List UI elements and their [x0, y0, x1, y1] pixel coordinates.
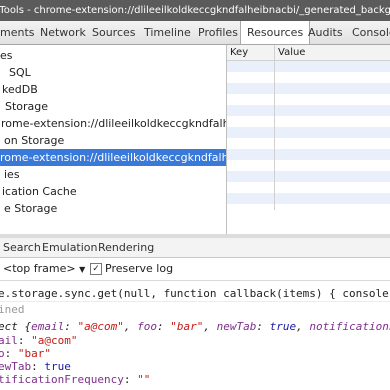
property-key: ail — [0, 334, 18, 347]
console-object-summary[interactable]: ect {email: "a@com", foo: "bar", newTab:… — [0, 320, 390, 334]
empty-row — [227, 171, 390, 182]
property-value: "bar" — [17, 347, 51, 360]
tree-item-session-storage[interactable]: on Storage — [4, 132, 226, 149]
tab-resources[interactable]: Resources — [240, 21, 311, 44]
object-open: ect { — [0, 320, 32, 333]
empty-row — [227, 193, 390, 204]
drawer-tab-emulation[interactable]: Emulation — [42, 238, 98, 257]
kv-header-row: Key Value — [227, 45, 390, 61]
drawer-tab-rendering[interactable]: Rendering — [98, 238, 154, 257]
summary-sep: , — [203, 320, 217, 333]
tree-item-application-cache[interactable]: ication Cache — [2, 183, 226, 200]
summary-val-email: "a@com" — [77, 320, 124, 333]
console-command-line[interactable]: e.storage.sync.get(null, function callba… — [0, 287, 390, 302]
object-property-row: o: "bar" — [0, 347, 51, 361]
value-column-header[interactable]: Value — [278, 45, 305, 60]
property-colon: : — [31, 360, 45, 373]
summary-val-foo: "bar" — [170, 320, 204, 333]
tree-item-frames[interactable]: es — [0, 47, 226, 64]
column-divider — [274, 45, 275, 210]
property-colon: : — [123, 373, 138, 386]
summary-key-newtab: newTab — [216, 320, 257, 333]
window-titlebar: r Tools - chrome-extension://dlileeilkol… — [0, 0, 390, 21]
tree-item-local-storage-origin[interactable]: rome-extension://dlileeilkoldkeccgkndfal… — [1, 115, 226, 132]
empty-row — [227, 83, 390, 94]
console-output: e.storage.sync.get(null, function callba… — [0, 281, 390, 390]
tab-profiles[interactable]: Profiles — [192, 21, 244, 44]
property-colon: : — [4, 347, 18, 360]
devtools-tab-bar: ments Network Sources Timeline Profiles … — [0, 21, 390, 45]
console-undefined-result: ined — [0, 303, 25, 316]
preserve-log-label: Preserve log — [105, 262, 174, 275]
summary-colon: : — [64, 320, 78, 333]
property-value: true — [44, 360, 71, 373]
tree-item-web-sql[interactable]: SQL — [9, 64, 226, 81]
property-key: tificationFrequency — [0, 373, 124, 386]
drawer-tab-bar: Search Emulation Rendering — [0, 238, 390, 258]
empty-row — [227, 61, 390, 72]
object-property-row: ewTab: true — [0, 360, 71, 374]
tab-timeline[interactable]: Timeline — [138, 21, 197, 44]
summary-key-foo: foo — [137, 320, 157, 333]
key-column-header[interactable]: Key — [230, 45, 248, 60]
tree-item-indexeddb[interactable]: kedDB — [2, 81, 226, 98]
summary-key-notificationfrequency: notificationFrequency — [309, 320, 390, 333]
summary-sep: , — [296, 320, 310, 333]
summary-colon: : — [156, 320, 171, 333]
object-property-row: tificationFrequency: "" — [0, 373, 150, 387]
resources-sidebar: es SQL kedDB Storage rome-extension://dl… — [0, 45, 227, 234]
summary-sep: , — [123, 320, 138, 333]
console-toolbar: <top frame> ▼ ✓ Preserve log — [0, 258, 390, 281]
preserve-log-checkbox[interactable]: ✓ — [90, 263, 102, 275]
property-colon: : — [17, 334, 32, 347]
property-value: "" — [137, 373, 151, 386]
frame-select-label: <top frame> — [3, 262, 76, 275]
tree-item-local-storage[interactable]: Storage — [5, 98, 226, 115]
tab-sources[interactable]: Sources — [86, 21, 142, 44]
object-property-row: ail: "a@com" — [0, 334, 77, 348]
tree-item-session-storage-origin[interactable]: rome-extension://dlileeilkoldkeccgkndfal… — [0, 149, 226, 166]
empty-row — [227, 127, 390, 138]
empty-row — [227, 105, 390, 116]
storage-key-value-table: Key Value ↻ — [227, 45, 390, 234]
tab-network[interactable]: Network — [34, 21, 92, 44]
tab-console[interactable]: Console — [346, 21, 390, 44]
summary-key-email: email — [31, 320, 65, 333]
tree-item-cookies[interactable]: ies — [4, 166, 226, 183]
chevron-down-icon: ▼ — [79, 265, 86, 274]
tree-item-cache-storage[interactable]: e Storage — [4, 200, 226, 217]
property-key: ewTab — [0, 360, 32, 373]
empty-row — [227, 149, 390, 160]
drawer-tab-search[interactable]: Search — [3, 238, 41, 257]
tab-audits[interactable]: Audits — [302, 21, 349, 44]
property-value: "a@com" — [31, 334, 78, 347]
window-title: r Tools - chrome-extension://dlileeilkol… — [0, 5, 390, 16]
frame-select[interactable]: <top frame> ▼ — [3, 262, 85, 275]
summary-colon: : — [256, 320, 270, 333]
summary-val-newtab: true — [269, 320, 297, 333]
